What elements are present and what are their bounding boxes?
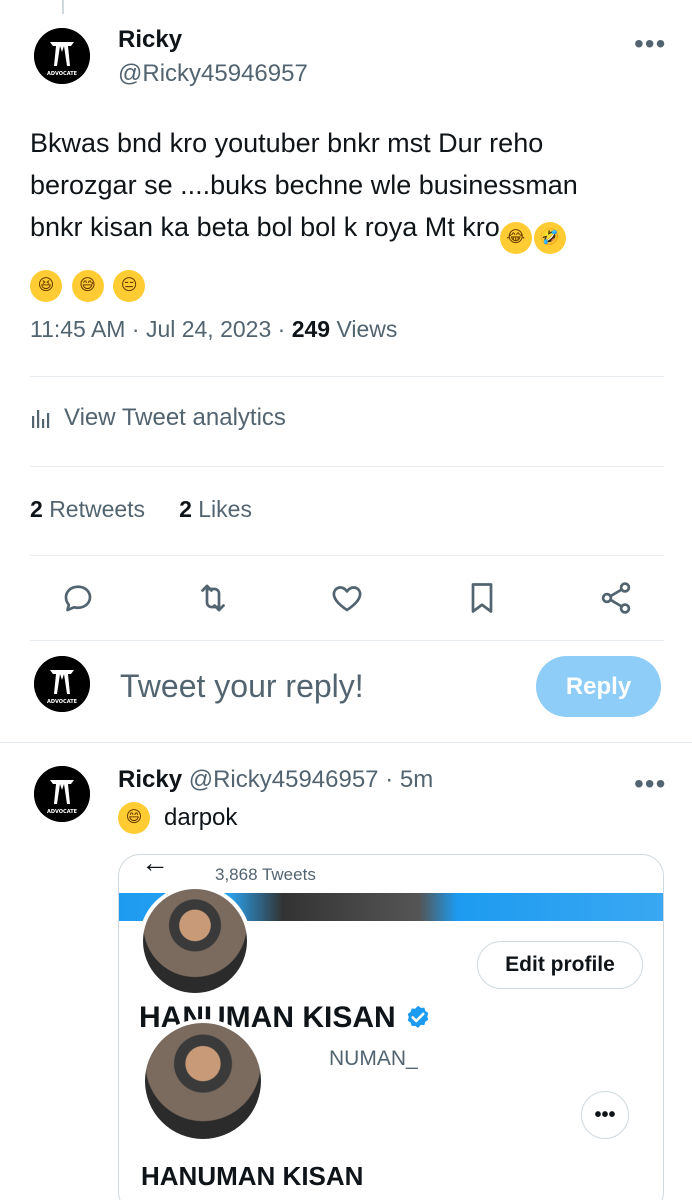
- reply-author-name[interactable]: Ricky: [118, 766, 182, 793]
- author-name[interactable]: Ricky: [118, 26, 182, 54]
- retweet-icon[interactable]: [195, 580, 231, 616]
- likes-stat[interactable]: 2 Likes: [179, 496, 252, 523]
- thread-connector-line: [62, 0, 64, 14]
- retweets-label: Retweets: [49, 496, 146, 522]
- divider: [30, 376, 664, 377]
- tweet-text-line-1: Bkwas bnd kro youtuber bnkr mst Dur reho: [30, 128, 544, 158]
- profile-handle-partial: NUMAN_: [329, 1047, 418, 1070]
- edit-profile-button: Edit profile: [477, 941, 643, 989]
- share-icon[interactable]: [598, 580, 634, 616]
- retweets-count: 2: [30, 496, 43, 522]
- svg-text:ADVOCATE: ADVOCATE: [47, 699, 78, 705]
- views-count: 249: [291, 316, 331, 342]
- reply-avatar[interactable]: ADVOCATE: [34, 766, 90, 822]
- tweet-text-line-4: 😆 😅 😑: [30, 254, 660, 302]
- advocate-logo-icon: ADVOCATE: [34, 28, 90, 84]
- embedded-image-card[interactable]: ← 3,868 Tweets Edit profile HANUMAN KISA…: [118, 854, 664, 1200]
- divider: [30, 555, 664, 556]
- retweets-stat[interactable]: 2 Retweets: [30, 496, 145, 523]
- divider: [0, 742, 692, 743]
- tweet-time[interactable]: 11:45 AM: [30, 316, 125, 342]
- reply-header: Ricky @Ricky45946957 · 5m: [118, 766, 434, 793]
- reply-more-options-icon[interactable]: •••: [634, 770, 666, 798]
- tweet-meta: 11:45 AM · Jul 24, 2023 · 249 Views: [30, 316, 398, 342]
- reply-text: 😄 darpok: [118, 802, 237, 834]
- more-options-icon[interactable]: •••: [634, 30, 666, 58]
- tears-of-joy-emoji-icon: 😂: [499, 222, 532, 254]
- expressionless-emoji-icon: 😑: [113, 270, 146, 302]
- reply-input[interactable]: Tweet your reply!: [120, 668, 364, 705]
- views-label: Views: [336, 316, 398, 342]
- divider: [30, 640, 664, 641]
- reply-time[interactable]: 5m: [400, 766, 433, 793]
- likes-label: Likes: [198, 496, 252, 522]
- svg-text:ADVOCATE: ADVOCATE: [47, 809, 78, 815]
- rofl-emoji-icon: 🤣: [533, 222, 566, 254]
- analytics-icon: [32, 410, 50, 428]
- grinning-emoji-icon: 😄: [118, 802, 150, 834]
- composer-avatar[interactable]: ADVOCATE: [34, 656, 90, 712]
- reply-button[interactable]: Reply: [536, 656, 661, 717]
- advocate-logo-icon: ADVOCATE: [34, 656, 90, 712]
- laughing-emoji-icon: 😆: [30, 270, 62, 302]
- like-heart-icon[interactable]: [329, 580, 365, 616]
- svg-text:ADVOCATE: ADVOCATE: [47, 71, 78, 77]
- profile-tweets-count: 3,868 Tweets: [215, 865, 316, 884]
- profile-picture-overlay: [141, 1019, 265, 1143]
- tweet-text-line-3: bnkr kisan ka beta bol bol k roya Mt kro…: [30, 206, 660, 254]
- analytics-label: View Tweet analytics: [64, 404, 286, 431]
- divider: [30, 466, 664, 467]
- tweet-text: Bkwas bnd kro youtuber bnkr mst Dur reho…: [30, 122, 660, 302]
- tweet-date[interactable]: Jul 24, 2023: [146, 316, 271, 342]
- profile-name: HANUMAN KISAN: [141, 1161, 364, 1191]
- tweet-text-line-2: berozgar se ....buks bechne wle business…: [30, 170, 578, 200]
- reply-icon[interactable]: [60, 580, 96, 616]
- verified-badge-icon: [407, 1005, 428, 1028]
- view-tweet-analytics-link[interactable]: View Tweet analytics: [30, 404, 286, 432]
- author-handle[interactable]: @Ricky45946957: [118, 60, 308, 88]
- tweet-stats: 2 Retweets 2 Likes: [30, 496, 252, 523]
- back-arrow-icon: ←: [141, 854, 169, 878]
- reply-text-content: darpok: [164, 804, 238, 831]
- tweet-action-bar: [60, 574, 634, 622]
- advocate-logo-icon: ADVOCATE: [34, 766, 90, 822]
- bookmark-icon[interactable]: [464, 580, 500, 616]
- avatar[interactable]: ADVOCATE: [34, 28, 90, 84]
- tweet-text-line-3-text: bnkr kisan ka beta bol bol k roya Mt kro: [30, 212, 500, 242]
- reply-author-handle[interactable]: @Ricky45946957: [189, 766, 379, 793]
- likes-count: 2: [179, 496, 192, 522]
- profile-picture: [139, 885, 251, 997]
- profile-more-icon: •••: [581, 1091, 629, 1139]
- sweat-smile-emoji-icon: 😅: [71, 270, 104, 302]
